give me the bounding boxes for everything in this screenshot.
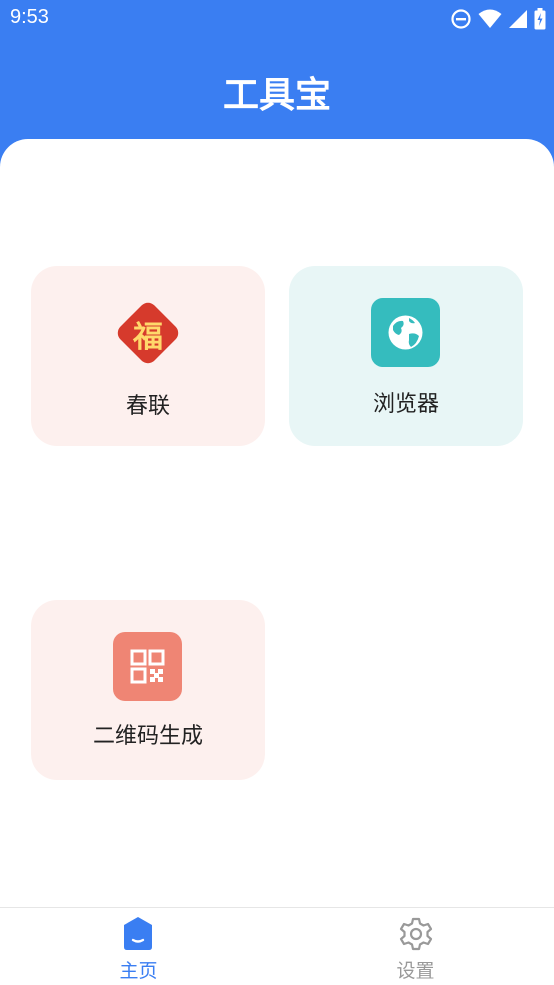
- tool-label-spring-couplets: 春联: [125, 394, 170, 419]
- fu-glyph: 福: [133, 320, 163, 355]
- tool-card-spring-couplets[interactable]: 福 春联: [31, 266, 265, 446]
- do-not-disturb-icon: [451, 9, 471, 29]
- nav-item-settings[interactable]: 设置: [277, 908, 554, 985]
- globe-icon: [371, 298, 440, 371]
- fu-diamond-icon: 福: [110, 295, 186, 375]
- app-title: 工具宝: [222, 75, 331, 116]
- nav-label-settings: 设置: [396, 960, 435, 982]
- tool-label-qr-generator: 二维码生成: [92, 724, 203, 749]
- tool-card-browser[interactable]: 浏览器: [289, 266, 523, 446]
- qr-code-icon: [113, 632, 182, 705]
- gear-icon: [398, 916, 434, 956]
- bottom-nav: 主页 设置: [0, 907, 554, 985]
- main-content: 福 春联 浏览器 二维码生成: [0, 139, 554, 907]
- nav-label-home: 主页: [119, 960, 158, 982]
- nav-item-home[interactable]: 主页: [0, 908, 277, 985]
- cell-signal-icon: [509, 10, 527, 28]
- battery-icon: [534, 8, 546, 30]
- status-icons: [450, 7, 546, 31]
- home-icon: [121, 916, 155, 956]
- status-time: 9:53: [10, 6, 49, 28]
- tool-card-qr-generator[interactable]: 二维码生成: [31, 600, 265, 780]
- status-bar: 9:53: [0, 0, 554, 38]
- tool-label-browser: 浏览器: [372, 392, 439, 417]
- wifi-icon: [478, 9, 502, 28]
